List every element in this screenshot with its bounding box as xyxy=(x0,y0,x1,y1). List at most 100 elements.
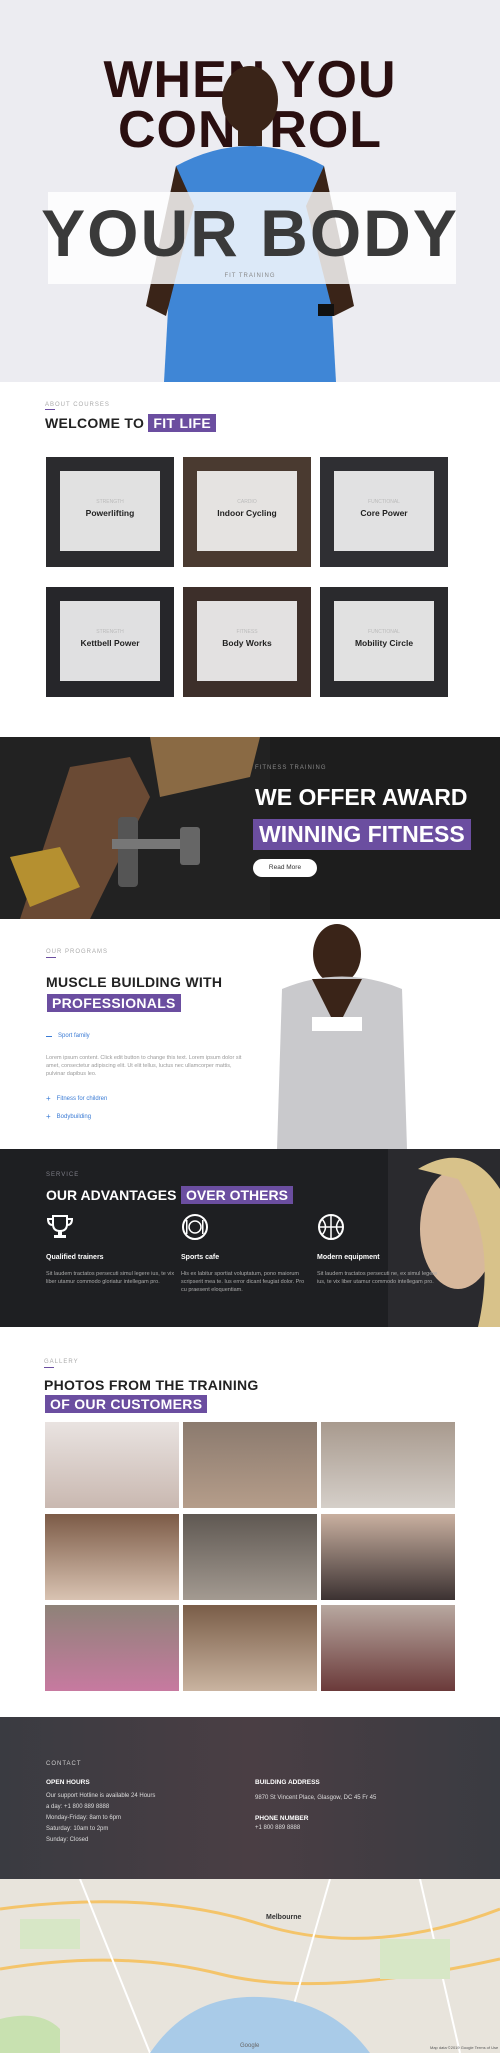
fitness-children-link[interactable]: Fitness for children xyxy=(57,1096,108,1102)
address-title: BUILDING ADDRESS xyxy=(255,1779,320,1786)
award-eyebrow: FITNESS TRAINING xyxy=(255,765,327,771)
phone-title: PHONE NUMBER xyxy=(255,1815,309,1822)
welcome-title-highlight: FIT LIFE xyxy=(148,414,217,432)
read-more-button[interactable]: Read More xyxy=(253,859,317,877)
course-card-overlay: FUNCTIONAL Mobility Circle xyxy=(334,601,434,681)
gallery-photo-1[interactable] xyxy=(45,1422,179,1508)
muscle-link-row-2[interactable]: + Fitness for children xyxy=(46,1094,107,1103)
advantage-text: Sit laudem tractatos persecuti ne, ex si… xyxy=(317,1271,438,1285)
map-canvas[interactable] xyxy=(0,1879,500,2053)
open-hours-line: a day: +1 800 889 8888 xyxy=(46,1804,110,1810)
course-category: STRENGTH xyxy=(96,629,124,635)
open-hours-list: Our support Hotline is available 24 Hour… xyxy=(46,1791,155,1846)
gallery-photo-8[interactable] xyxy=(183,1605,317,1691)
plus-icon: + xyxy=(46,1094,51,1103)
muscle-athlete-image xyxy=(277,924,407,1149)
advantage-item-equipment: Modern equipment Sit laudem tractatos pe… xyxy=(317,1214,447,1286)
muscle-title: MUSCLE BUILDING WITH xyxy=(46,974,223,990)
welcome-title-text: WELCOME TO xyxy=(45,415,145,431)
photos-title: PHOTOS FROM THE TRAINING xyxy=(44,1377,259,1393)
course-card-indoor-cycling[interactable]: CARDIO Indoor Cycling xyxy=(183,457,311,567)
phone-line: +1 800 889 8888 xyxy=(255,1825,301,1831)
muscle-link-row-1[interactable]: Sport family xyxy=(46,1033,90,1039)
muscle-eyebrow: OUR PROGRAMS xyxy=(46,949,109,955)
sport-family-link[interactable]: Sport family xyxy=(58,1033,90,1039)
photos-section: GALLERY PHOTOS FROM THE TRAINING OF OUR … xyxy=(0,1327,500,1717)
course-category: FUNCTIONAL xyxy=(368,499,400,505)
ball-icon xyxy=(318,1214,344,1240)
welcome-eyebrow: ABOUT COURSES xyxy=(45,402,110,408)
muscle-link-row-3[interactable]: + Bodybuilding xyxy=(46,1112,91,1121)
contact-eyebrow: CONTACT xyxy=(46,1761,82,1767)
course-card-mobility-circle[interactable]: FUNCTIONAL Mobility Circle xyxy=(320,587,448,697)
course-category: STRENGTH xyxy=(96,499,124,505)
muscle-section: OUR PROGRAMS MUSCLE BUILDING WITH PROFES… xyxy=(0,919,500,1149)
gallery-photo-6[interactable] xyxy=(321,1514,455,1600)
gallery-photo-4[interactable] xyxy=(45,1514,179,1600)
advantage-title: Qualified trainers xyxy=(46,1254,104,1261)
advantages-title: OUR ADVANTAGES xyxy=(46,1187,177,1203)
advantage-text: His ex labitur sportiat voluptatum, pono… xyxy=(181,1271,305,1293)
photos-eyebrow: GALLERY xyxy=(44,1359,79,1365)
gallery-photo-7[interactable] xyxy=(45,1605,179,1691)
course-category: CARDIO xyxy=(237,499,257,505)
course-name: Body Works xyxy=(222,638,272,648)
gallery-photo-9[interactable] xyxy=(321,1605,455,1691)
gallery-photo-2[interactable] xyxy=(183,1422,317,1508)
plus-icon: + xyxy=(46,1112,51,1121)
course-category: FITNESS xyxy=(236,629,258,635)
open-hours-line: Monday-Friday: 8am to 6pm xyxy=(46,1815,122,1821)
course-name: Kettbell Power xyxy=(80,638,140,648)
open-hours-title: OPEN HOURS xyxy=(46,1779,90,1786)
award-title-highlight: WINNING FITNESS xyxy=(253,819,471,850)
course-card-overlay: FITNESS Body Works xyxy=(197,601,297,681)
gallery-photo-5[interactable] xyxy=(183,1514,317,1600)
trophy-icon xyxy=(46,1215,74,1238)
contact-section: CONTACT OPEN HOURS Our support Hotline i… xyxy=(0,1717,500,1879)
advantage-item-cafe: Sports cafe His ex labitur sportiat volu… xyxy=(181,1214,311,1294)
welcome-accent-line xyxy=(45,409,55,410)
course-card-body-works[interactable]: FITNESS Body Works xyxy=(183,587,311,697)
map-footer: Map data ©2019 Google Terms of Use xyxy=(430,2045,499,2050)
course-card-overlay: STRENGTH Kettbell Power xyxy=(60,601,160,681)
advantages-eyebrow: SERVICE xyxy=(46,1172,80,1178)
muscle-title-highlight: PROFESSIONALS xyxy=(47,994,181,1012)
award-title: WE OFFER AWARD xyxy=(255,784,468,810)
advantage-text: Sit laudem tractatos persecuti simul leg… xyxy=(46,1271,175,1285)
dining-icon xyxy=(182,1214,208,1240)
gallery-photo-3[interactable] xyxy=(321,1422,455,1508)
course-card-powerlifting[interactable]: STRENGTH Powerlifting xyxy=(46,457,174,567)
course-card-overlay: FUNCTIONAL Core Power xyxy=(334,471,434,551)
award-athlete-image xyxy=(0,737,270,919)
map-section[interactable]: Melbourne Google Map data ©2019 Google T… xyxy=(0,1879,500,2053)
course-name: Powerlifting xyxy=(85,508,135,518)
course-card-overlay: CARDIO Indoor Cycling xyxy=(197,471,297,551)
google-logo: Google xyxy=(240,2043,260,2049)
welcome-section: ABOUT COURSES WELCOME TO FIT LIFE STRENG… xyxy=(0,382,500,737)
course-category: FUNCTIONAL xyxy=(368,629,400,635)
advantages-section: SERVICE OUR ADVANTAGES OVER OTHERS Quali… xyxy=(0,1149,500,1327)
bodybuilding-link[interactable]: Bodybuilding xyxy=(57,1114,91,1120)
course-name: Core Power xyxy=(360,508,408,518)
photos-title-highlight: OF OUR CUSTOMERS xyxy=(45,1395,208,1413)
photos-accent-line xyxy=(44,1367,54,1368)
welcome-title: WELCOME TO FIT LIFE xyxy=(45,414,217,432)
advantage-item-trainers: Qualified trainers Sit laudem tractatos … xyxy=(46,1214,176,1286)
open-hours-line: Saturday: 10am to 2pm xyxy=(46,1826,109,1832)
muscle-accent-line xyxy=(46,957,56,958)
map-city-label: Melbourne xyxy=(266,1914,302,1921)
course-card-overlay: STRENGTH Powerlifting xyxy=(60,471,160,551)
course-name: Mobility Circle xyxy=(354,638,414,648)
course-name: Indoor Cycling xyxy=(217,508,277,518)
award-section: FITNESS TRAINING WE OFFER AWARD WINNING … xyxy=(0,737,500,919)
muscle-paragraph: Lorem ipsum content. Click edit button t… xyxy=(46,1055,242,1077)
hero-title-big: YOUR BODY xyxy=(41,196,459,270)
open-hours-line: Sunday: Closed xyxy=(46,1837,89,1843)
advantages-title-highlight: OVER OTHERS xyxy=(181,1186,293,1204)
dash-icon xyxy=(46,1035,52,1037)
course-card-core-power[interactable]: FUNCTIONAL Core Power xyxy=(320,457,448,567)
address-line: 9870 St Vincent Place, Glasgow, DC 45 Fr… xyxy=(255,1795,377,1801)
open-hours-line: Our support Hotline is available 24 Hour… xyxy=(46,1793,156,1799)
course-card-kettbell-power[interactable]: STRENGTH Kettbell Power xyxy=(46,587,174,697)
advantage-title: Sports cafe xyxy=(181,1254,220,1261)
